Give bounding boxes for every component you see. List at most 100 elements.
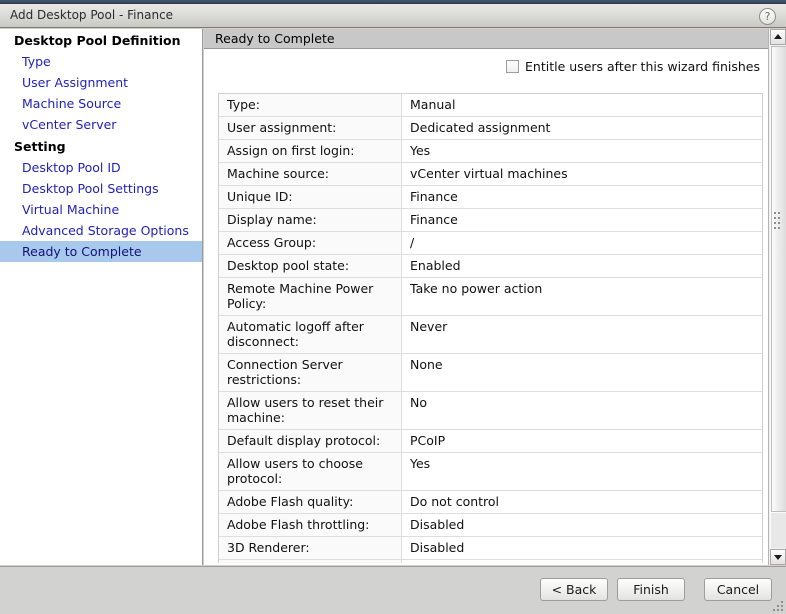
content-header-bar: Ready to Complete [204,29,786,49]
content-vertical-scrollbar[interactable] [768,29,786,565]
summary-row-value: Dedicated assignment [402,117,763,140]
summary-row-label: Access Group: [219,232,402,255]
summary-row-value: Disabled [402,514,763,537]
scroll-up-arrow-icon[interactable] [770,29,786,45]
resize-grip-dot [781,609,783,611]
table-row: Connection Server restrictions:None [219,354,762,392]
grip-dot [778,227,780,229]
summary-table: Type:ManualUser assignment:Dedicated ass… [219,94,762,563]
table-row: Default display protocol:PCoIP [219,430,762,453]
sidebar-item-virtual-machine[interactable]: Virtual Machine [0,199,202,220]
summary-row-label: Assign on first login: [219,140,402,163]
summary-row-label: Machine source: [219,163,402,186]
summary-row-label: User assignment: [219,117,402,140]
table-row: User assignment:Dedicated assignment [219,117,762,140]
entitle-users-checkbox-group[interactable]: Entitle users after this wizard finishes [506,59,760,74]
summary-row-value: No [402,392,763,430]
wizard-content-pane: Ready to Complete Entitle users after th… [204,29,786,565]
window-resize-grip-icon[interactable] [773,601,783,611]
table-row: Unique ID:Finance [219,186,762,209]
summary-row-value: Do not control [402,491,763,514]
dialog-button-bar: < Back Finish Cancel [0,566,786,614]
sidebar-group-desktop-pool-definition: Desktop Pool Definition [0,29,202,51]
resize-grip-dot [781,601,783,603]
entitle-users-row: Entitle users after this wizard finishes [204,59,768,81]
scroll-down-arrow-icon[interactable] [770,549,786,565]
resize-grip-dot [773,609,775,611]
summary-row-value: Disabled [402,537,763,560]
summary-row-label: Adobe Flash throttling: [219,514,402,537]
sidebar-item-desktop-pool-id[interactable]: Desktop Pool ID [0,157,202,178]
table-row: Machine source:vCenter virtual machines [219,163,762,186]
table-row: Automatic logoff after disconnect:Never [219,316,762,354]
summary-row-value: vCenter virtual machines [402,163,763,186]
summary-row-label: Automatic logoff after disconnect: [219,316,402,354]
summary-table-container: Type:ManualUser assignment:Dedicated ass… [218,93,763,563]
resize-grip-dot [781,605,783,607]
table-row: Adobe Flash quality:Do not control [219,491,762,514]
scrollbar-track[interactable] [770,46,786,548]
table-row: Type:Manual [219,94,762,117]
window-top-accent-gradient [0,0,786,3]
back-button[interactable]: < Back [540,578,608,601]
summary-row-value: Manual [402,94,763,117]
summary-row-value: Yes [402,140,763,163]
grip-dot [778,217,780,219]
summary-row-value: Yes [402,453,763,491]
table-row: 3D Renderer:Disabled [219,537,762,560]
table-row: Allow users to choose protocol:Yes [219,453,762,491]
summary-row-label: Remote Machine Power Policy: [219,278,402,316]
summary-row-label: Max number of monitors: [219,560,402,564]
help-icon[interactable]: ? [759,8,776,25]
summary-row-value: Take no power action [402,278,763,316]
sidebar-item-desktop-pool-settings[interactable]: Desktop Pool Settings [0,178,202,199]
grip-dot [774,227,776,229]
window-title-bar: Add Desktop Pool - Finance ? [0,4,786,28]
summary-row-label: Allow users to choose protocol: [219,453,402,491]
summary-row-label: Display name: [219,209,402,232]
sidebar-item-ready-to-complete[interactable]: Ready to Complete [0,241,202,262]
splitter-grip-icon[interactable] [774,212,780,232]
grip-dot [774,212,776,214]
sidebar-item-vcenter-server[interactable]: vCenter Server [0,114,202,135]
summary-row-label: Type: [219,94,402,117]
window-title: Add Desktop Pool - Finance [10,8,173,22]
page-title: Ready to Complete [215,31,335,46]
caret-down-icon [774,555,782,560]
grip-dot [778,212,780,214]
grip-dot [774,217,776,219]
summary-row-label: Default display protocol: [219,430,402,453]
summary-row-value: None [402,354,763,392]
table-row: Remote Machine Power Policy:Take no powe… [219,278,762,316]
cancel-button[interactable]: Cancel [704,578,772,601]
grip-dot [778,222,780,224]
table-row: Allow users to reset their machine:No [219,392,762,430]
summary-row-value: PCoIP [402,430,763,453]
summary-row-value: Never [402,316,763,354]
wizard-step-sidebar: Desktop Pool Definition Type User Assign… [0,29,203,565]
sidebar-group-setting: Setting [0,135,202,157]
sidebar-item-type[interactable]: Type [0,51,202,72]
summary-row-label: 3D Renderer: [219,537,402,560]
table-row: Display name:Finance [219,209,762,232]
entitle-users-checkbox[interactable] [506,60,519,73]
summary-row-label: Adobe Flash quality: [219,491,402,514]
entitle-users-label: Entitle users after this wizard finishes [525,59,760,74]
sidebar-item-user-assignment[interactable]: User Assignment [0,72,202,93]
summary-row-value: / [402,232,763,255]
sidebar-item-advanced-storage-options[interactable]: Advanced Storage Options [0,220,202,241]
summary-row-value: Finance [402,209,763,232]
add-desktop-pool-dialog: Add Desktop Pool - Finance ? Desktop Poo… [0,0,786,614]
table-row: Adobe Flash throttling:Disabled [219,514,762,537]
summary-row-label: Allow users to reset their machine: [219,392,402,430]
grip-dot [774,222,776,224]
resize-grip-dot [777,605,779,607]
scrollbar-track-lower[interactable] [771,513,786,548]
summary-row-label: Desktop pool state: [219,255,402,278]
summary-row-value: Finance [402,186,763,209]
sidebar-item-machine-source[interactable]: Machine Source [0,93,202,114]
summary-row-label: Connection Server restrictions: [219,354,402,392]
scrollbar-thumb[interactable] [771,46,786,512]
finish-button[interactable]: Finish [617,578,685,601]
table-row: Max number of monitors:2 [219,560,762,564]
